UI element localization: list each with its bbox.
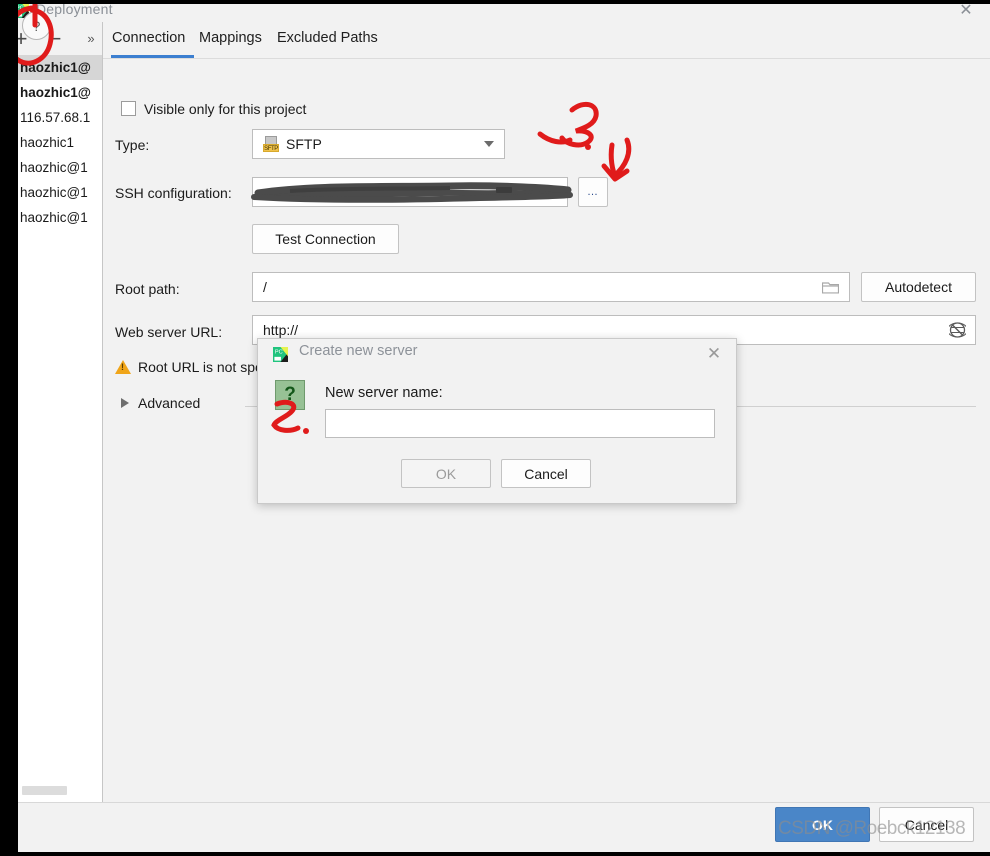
chevron-right-icon[interactable] — [121, 398, 129, 408]
server-list-item-label: haozhic1@ — [20, 85, 91, 100]
folder-icon[interactable] — [822, 281, 839, 294]
type-combobox-value: SFTP — [286, 136, 322, 152]
server-list-item-label: haozhic@1 — [20, 210, 88, 225]
warning-triangle-icon — [115, 360, 131, 374]
pycharm-icon: PC — [273, 347, 288, 362]
tab-mappings[interactable]: Mappings — [199, 30, 262, 48]
tab-strip: Connection Mappings Excluded Paths — [103, 22, 990, 58]
advanced-label[interactable]: Advanced — [138, 395, 200, 411]
cancel-button[interactable]: Cancel — [879, 807, 974, 842]
tab-connection[interactable]: Connection — [112, 30, 185, 48]
root-path-input[interactable]: / — [252, 272, 850, 302]
advanced-section-toggle[interactable]: Advanced — [121, 395, 200, 411]
close-icon[interactable]: ✕ — [704, 344, 724, 364]
ssh-configuration-label: SSH configuration: — [115, 185, 232, 201]
test-connection-button[interactable]: Test Connection — [252, 224, 399, 254]
screenshot-edge-bottom — [0, 852, 990, 856]
web-server-url-value: http:// — [263, 322, 299, 338]
tab-excluded-paths[interactable]: Excluded Paths — [277, 30, 378, 48]
type-label: Type: — [115, 137, 150, 153]
type-combobox-value-wrap: SFTP SFTP — [263, 136, 322, 152]
new-server-name-input[interactable] — [325, 409, 715, 438]
visible-only-checkbox[interactable] — [121, 101, 136, 116]
create-new-server-title: Create new server — [299, 343, 418, 359]
server-list-item-label: haozhic1 — [20, 135, 75, 150]
sftp-file-icon: SFTP — [263, 136, 279, 152]
server-list-item-label: 116.57.68.1 — [20, 110, 91, 125]
ssh-configuration-combobox[interactable] — [252, 177, 568, 207]
more-actions-button[interactable]: » — [76, 22, 106, 55]
ssh-configuration-browse-button[interactable]: … — [578, 177, 608, 207]
web-server-url-label: Web server URL: — [115, 324, 223, 340]
modal-cancel-button[interactable]: Cancel — [501, 459, 591, 488]
screenshot-edge-left — [0, 0, 18, 856]
deployment-dialog: PC Deployment ✕ + − » FTPhaozhic1@FTPhao… — [0, 0, 990, 856]
chevron-down-icon — [484, 141, 494, 147]
create-new-server-title-bar: PC Create new server ✕ — [258, 339, 736, 371]
type-combobox[interactable]: SFTP SFTP — [252, 129, 505, 159]
help-button[interactable]: ? — [22, 11, 51, 40]
screenshot-edge-top — [0, 0, 990, 4]
visible-only-label: Visible only for this project — [144, 101, 307, 117]
root-path-label: Root path: — [115, 281, 180, 297]
scrollbar-thumb[interactable] — [22, 786, 67, 795]
create-new-server-dialog: PC Create new server ✕ ? New server name… — [257, 338, 737, 504]
modal-ok-button[interactable]: OK — [401, 459, 491, 488]
chevron-down-icon — [547, 189, 557, 195]
root-path-value: / — [263, 279, 267, 295]
autodetect-button[interactable]: Autodetect — [861, 272, 976, 302]
svg-text:PC: PC — [275, 350, 283, 356]
question-mark-icon: ? — [275, 380, 305, 410]
ok-button[interactable]: OK — [775, 807, 870, 842]
server-list-item-label: haozhic@1 — [20, 160, 88, 175]
server-list-item-label: haozhic@1 — [20, 185, 88, 200]
globe-icon[interactable] — [949, 322, 966, 339]
close-icon[interactable]: ✕ — [956, 2, 976, 20]
server-list-item-label: haozhic1@ — [20, 60, 91, 75]
new-server-name-label: New server name: — [325, 385, 443, 401]
